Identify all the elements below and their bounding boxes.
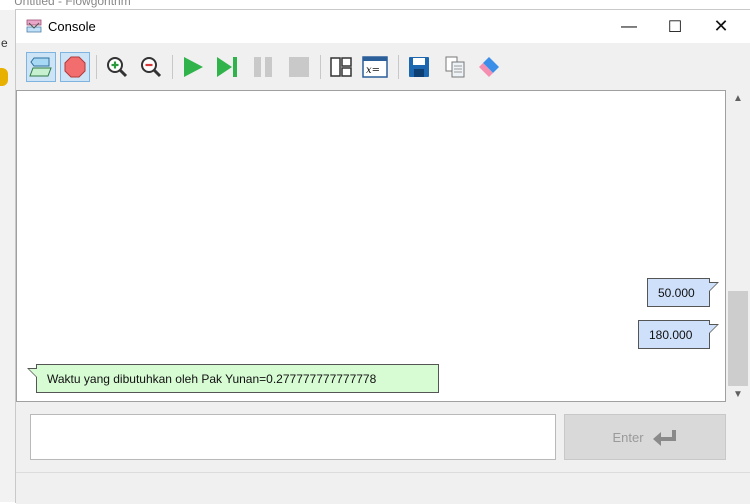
toolbar-separator <box>172 55 173 79</box>
copy-button[interactable] <box>440 52 470 82</box>
console-app-icon <box>26 19 42 33</box>
layout-button[interactable] <box>326 52 356 82</box>
run-icon <box>184 57 203 77</box>
console-input[interactable] <box>30 414 556 460</box>
copy-icon <box>445 56 465 78</box>
stop-square-button[interactable] <box>284 52 314 82</box>
scroll-up-button[interactable]: ▲ <box>726 90 750 106</box>
enter-button-label: Enter <box>612 429 644 445</box>
background-window-char: e <box>1 36 8 50</box>
variables-button[interactable]: x= <box>360 52 390 82</box>
input-echo-bubble: 50.000 <box>647 278 719 307</box>
maximize-button[interactable]: ☐ <box>652 10 698 43</box>
toolbar-separator <box>96 55 97 79</box>
svg-text:x=: x= <box>366 65 380 76</box>
console-output[interactable]: 50.000 180.000 Waktu yang dibutuhkan ole… <box>16 90 726 402</box>
pause-icon <box>254 57 272 77</box>
step-icon <box>217 57 237 77</box>
save-icon <box>409 57 429 77</box>
eraser-icon <box>479 57 499 77</box>
background-window-edge: e <box>0 10 15 502</box>
stop-button[interactable] <box>60 52 90 82</box>
pause-button[interactable] <box>248 52 278 82</box>
window-title: Console <box>48 19 96 34</box>
console-window: Console — ☐ ✕ x= 50.000 180.000 Waktu ya… <box>15 9 750 504</box>
toolbar-separator <box>320 55 321 79</box>
background-window-title-text: Untitled - Flowgorithm <box>14 0 131 8</box>
minimize-button[interactable]: — <box>606 10 652 43</box>
background-window-icon <box>0 68 8 86</box>
save-button[interactable] <box>404 52 434 82</box>
flowchart-toggle-button[interactable] <box>26 52 56 82</box>
input-echo-text: 50.000 <box>658 285 695 300</box>
close-button[interactable]: ✕ <box>698 10 744 43</box>
enter-arrow-icon <box>652 430 676 446</box>
stop-icon <box>64 56 86 78</box>
flowchart-toggle-icon <box>29 57 52 77</box>
layout-icon <box>330 57 352 77</box>
zoom-in-icon <box>107 57 128 78</box>
clear-button[interactable] <box>474 52 504 82</box>
scroll-down-button[interactable]: ▼ <box>726 386 750 402</box>
toolbar: x= <box>16 43 750 90</box>
input-echo-bubble: 180.000 <box>638 320 719 349</box>
stop-square-icon <box>289 57 309 77</box>
enter-button[interactable]: Enter <box>564 414 726 460</box>
status-bar <box>16 472 750 504</box>
toolbar-separator <box>398 55 399 79</box>
variables-icon: x= <box>362 56 388 78</box>
run-button[interactable] <box>178 52 208 82</box>
scrollbar-thumb[interactable] <box>728 291 748 386</box>
title-bar[interactable]: Console — ☐ ✕ <box>16 10 750 43</box>
zoom-out-icon <box>141 57 162 78</box>
input-area: Enter <box>16 402 750 472</box>
output-message-text: Waktu yang dibutuhkan oleh Pak Yunan=0.2… <box>47 371 377 386</box>
zoom-in-button[interactable] <box>102 52 132 82</box>
output-scrollbar[interactable]: ▲ ▼ <box>726 90 750 402</box>
input-echo-text: 180.000 <box>649 327 693 342</box>
step-button[interactable] <box>212 52 242 82</box>
zoom-out-button[interactable] <box>136 52 166 82</box>
output-message-bubble: Waktu yang dibutuhkan oleh Pak Yunan=0.2… <box>27 364 439 393</box>
